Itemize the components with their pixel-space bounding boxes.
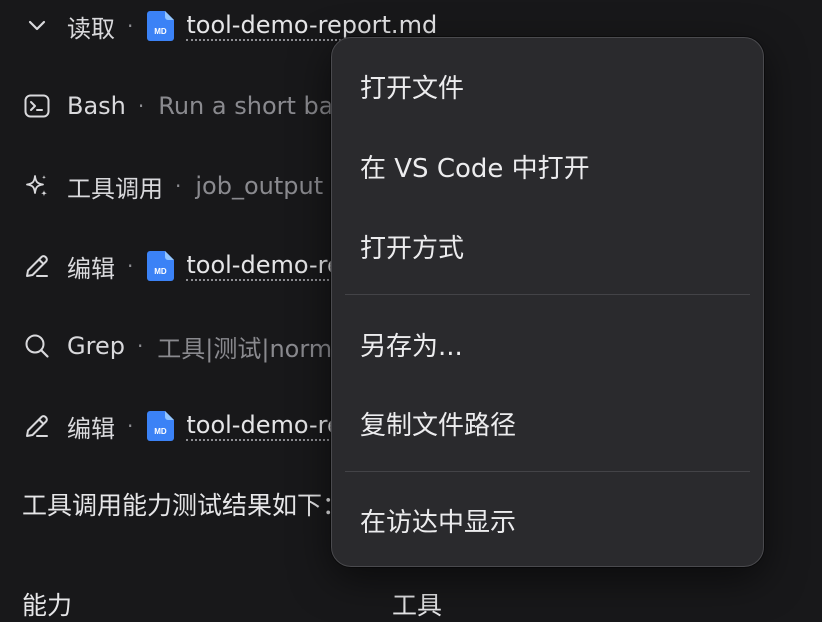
tool-call-detail: job_output [195, 172, 324, 200]
tool-call-row-tool[interactable]: 工具调用 · job_output [22, 166, 323, 206]
table-header-cell: 能力 [22, 591, 73, 620]
tool-call-label: 编辑 [67, 414, 115, 443]
context-menu: 打开文件 在 VS Code 中打开 打开方式 另存为... 复制文件路径 在访… [331, 37, 764, 567]
terminal-icon [22, 91, 52, 121]
pencil-icon [22, 411, 52, 441]
menu-item-open-with[interactable]: 打开方式 [332, 211, 763, 281]
table-header-cell: 工具 [392, 591, 443, 620]
separator-dot: · [136, 334, 144, 358]
tool-call-label: Bash [67, 92, 126, 120]
menu-item-reveal-in-finder[interactable]: 在访达中显示 [332, 485, 763, 555]
file-badge: MD [155, 27, 168, 36]
tool-call-label: 读取 [67, 14, 115, 43]
separator-dot: · [137, 94, 145, 118]
tool-call-label: 编辑 [67, 254, 115, 283]
tool-call-detail: 工具|测试|normal [157, 334, 354, 363]
menu-item-open-in-vscode[interactable]: 在 VS Code 中打开 [332, 131, 763, 201]
menu-divider [345, 294, 750, 295]
menu-item-copy-path[interactable]: 复制文件路径 [332, 388, 763, 458]
menu-item-open-file[interactable]: 打开文件 [332, 51, 763, 121]
separator-dot: · [127, 14, 134, 38]
menu-divider [345, 471, 750, 472]
summary-text: 工具调用能力测试结果如下： [22, 491, 348, 520]
file-badge: MD [155, 267, 168, 276]
markdown-file-icon: MD [147, 251, 175, 281]
search-icon [22, 331, 52, 361]
separator-dot: · [175, 174, 182, 198]
tool-call-row-grep[interactable]: Grep · 工具|测试|normal [22, 326, 354, 366]
markdown-file-icon: MD [147, 411, 175, 441]
menu-item-save-as[interactable]: 另存为... [332, 309, 763, 379]
tool-call-label: Grep [67, 332, 125, 360]
tool-call-label: 工具调用 [67, 174, 163, 203]
separator-dot: · [127, 414, 134, 438]
file-badge: MD [155, 427, 168, 436]
table-header-row: 能力 工具 [22, 586, 822, 620]
pencil-icon [22, 251, 52, 281]
separator-dot: · [127, 254, 134, 278]
sparkle-icon [22, 171, 52, 201]
chevron-down-icon[interactable] [22, 11, 52, 41]
markdown-file-icon: MD [147, 11, 175, 41]
